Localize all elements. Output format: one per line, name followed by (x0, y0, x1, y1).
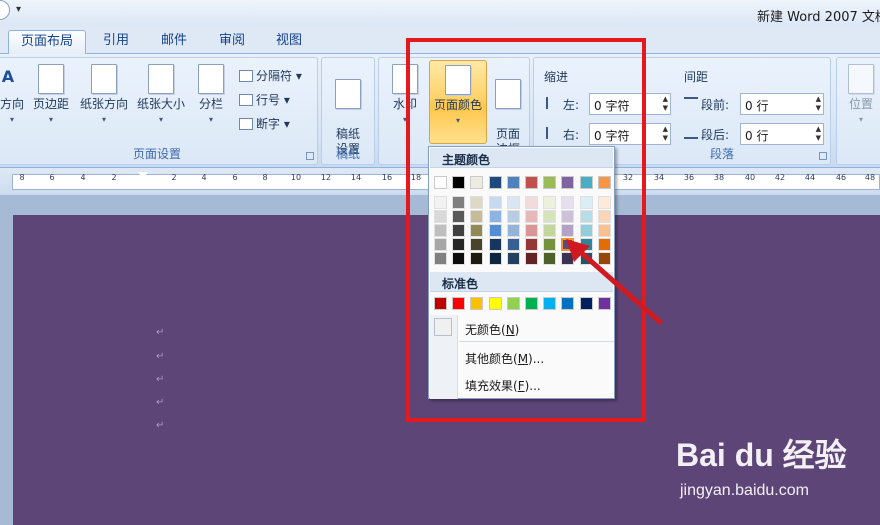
spacing-before-icon (684, 97, 698, 109)
annotation-red-box (406, 38, 646, 422)
dropdown-arrow-icon: ▾ (858, 115, 863, 124)
dropdown-arrow-icon: ▾ (101, 115, 106, 124)
ruler-tick-label: 8 (262, 173, 268, 182)
ruler-tick-label: 36 (683, 173, 695, 182)
spinner-arrows-icon[interactable]: ▲ ▼ (816, 95, 821, 113)
dropdown-arrow-icon: ▾ (208, 115, 213, 124)
breaks-icon (239, 70, 253, 82)
ruler-tick-label: 16 (381, 173, 393, 182)
spinner-arrows-icon[interactable]: ▲ ▼ (816, 125, 821, 143)
group-page-setup: A 方向 ▾ 页边距 ▾ 纸张方向 ▾ 纸张大小 ▾ 分栏 ▾ 分隔符 ▾ 行号… (0, 57, 318, 165)
text-direction-icon: A (1, 67, 15, 86)
paragraph-mark: ↵ (156, 420, 165, 431)
ruler-tick-label: 4 (80, 173, 86, 182)
spacing-title: 间距 (684, 70, 709, 84)
title-bar: ▾ 新建 Word 2007 文档 (0, 0, 880, 27)
baidu-watermark: Bai du 经验 jingyan.baidu.com (676, 426, 876, 506)
group-arrange: 位置 ▾ (836, 57, 880, 165)
ruler-tick-label: 44 (804, 173, 816, 182)
dialog-launcher-icon[interactable] (306, 152, 314, 160)
breaks-button[interactable]: 分隔符 ▾ (239, 67, 302, 84)
ruler-tick-label: 10 (290, 173, 302, 182)
quick-access-dropdown-icon[interactable]: ▾ (16, 4, 21, 15)
paragraph-mark: ↵ (156, 351, 165, 362)
indent-marker-icon[interactable] (138, 172, 148, 190)
spacing-after-spinner[interactable]: 0 行 ▲ ▼ (740, 123, 824, 145)
dropdown-arrow-icon: ▾ (158, 115, 163, 124)
tab-review[interactable]: 审阅 (210, 30, 254, 54)
tab-page-layout[interactable]: 页面布局 (8, 30, 86, 54)
ruler-tick-label: 46 (835, 173, 847, 182)
dropdown-arrow-icon: ▾ (48, 115, 53, 124)
spacing-before-label: 段前: (684, 96, 729, 113)
window-title: 新建 Word 2007 文档 (757, 10, 880, 25)
dialog-launcher-icon[interactable] (819, 152, 827, 160)
watermark-brand: Bai du 经验 (676, 437, 847, 473)
manuscript-icon (335, 79, 361, 109)
hyphenation-button[interactable]: 断字 ▾ (239, 115, 290, 132)
ruler-tick-label: 4 (201, 173, 207, 182)
text-direction-button[interactable]: A 方向 ▾ (0, 64, 27, 127)
line-numbers-icon (239, 94, 253, 106)
margins-button[interactable]: 页边距 ▾ (29, 64, 73, 127)
orientation-button[interactable]: 纸张方向 ▾ (77, 64, 131, 127)
paragraph-mark: ↵ (156, 397, 165, 408)
spacing-after-icon (684, 127, 698, 139)
ruler-tick-label: 2 (111, 173, 117, 182)
ruler-tick-label: 40 (744, 173, 756, 182)
annotation-arrow-icon (566, 239, 663, 325)
line-numbers-button[interactable]: 行号 ▾ (239, 91, 290, 108)
spinner-arrows-icon[interactable]: ▲ ▼ (663, 95, 668, 113)
tab-references[interactable]: 引用 (94, 30, 138, 54)
paragraph-mark: ↵ (156, 327, 165, 338)
spinner-arrows-icon[interactable]: ▲ ▼ (663, 125, 668, 143)
group-manuscript: 稿纸 设置 稿纸 (321, 57, 375, 165)
spacing-after-label: 段后: (684, 126, 729, 143)
ruler-tick-label: 48 (864, 173, 876, 182)
ruler-tick-label: 8 (19, 173, 25, 182)
paragraph-mark: ↵ (156, 374, 165, 385)
paper-size-icon (148, 64, 174, 94)
spacing-before-spinner[interactable]: 0 行 ▲ ▼ (740, 93, 824, 115)
watermark-url: jingyan.baidu.com (680, 482, 809, 499)
ruler-tick-label: 14 (350, 173, 362, 182)
dropdown-arrow-icon: ▾ (9, 115, 14, 124)
tab-view[interactable]: 视图 (267, 30, 311, 54)
group-label: 页面设置 (132, 147, 181, 161)
position-button[interactable]: 位置 ▾ (841, 64, 880, 127)
columns-icon (198, 64, 224, 94)
hyphenation-icon (239, 118, 253, 130)
margins-icon (38, 64, 64, 94)
ruler-tick-label: 6 (232, 173, 238, 182)
group-label: 稿纸 (335, 147, 360, 161)
columns-button[interactable]: 分栏 ▾ (194, 64, 228, 127)
ruler-tick-label: 6 (49, 173, 55, 182)
group-label: 段落 (709, 147, 734, 161)
tab-mailings[interactable]: 邮件 (152, 30, 196, 54)
office-button[interactable] (0, 0, 10, 20)
ruler-tick-label: 12 (320, 173, 332, 182)
ruler-tick-label: 42 (774, 173, 786, 182)
position-icon (848, 64, 874, 94)
ruler-tick-label: 2 (171, 173, 177, 182)
ruler-tick-label: 34 (653, 173, 665, 182)
orientation-icon (91, 64, 117, 94)
size-button[interactable]: 纸张大小 ▾ (134, 64, 188, 127)
ruler-tick-label: 38 (713, 173, 725, 182)
